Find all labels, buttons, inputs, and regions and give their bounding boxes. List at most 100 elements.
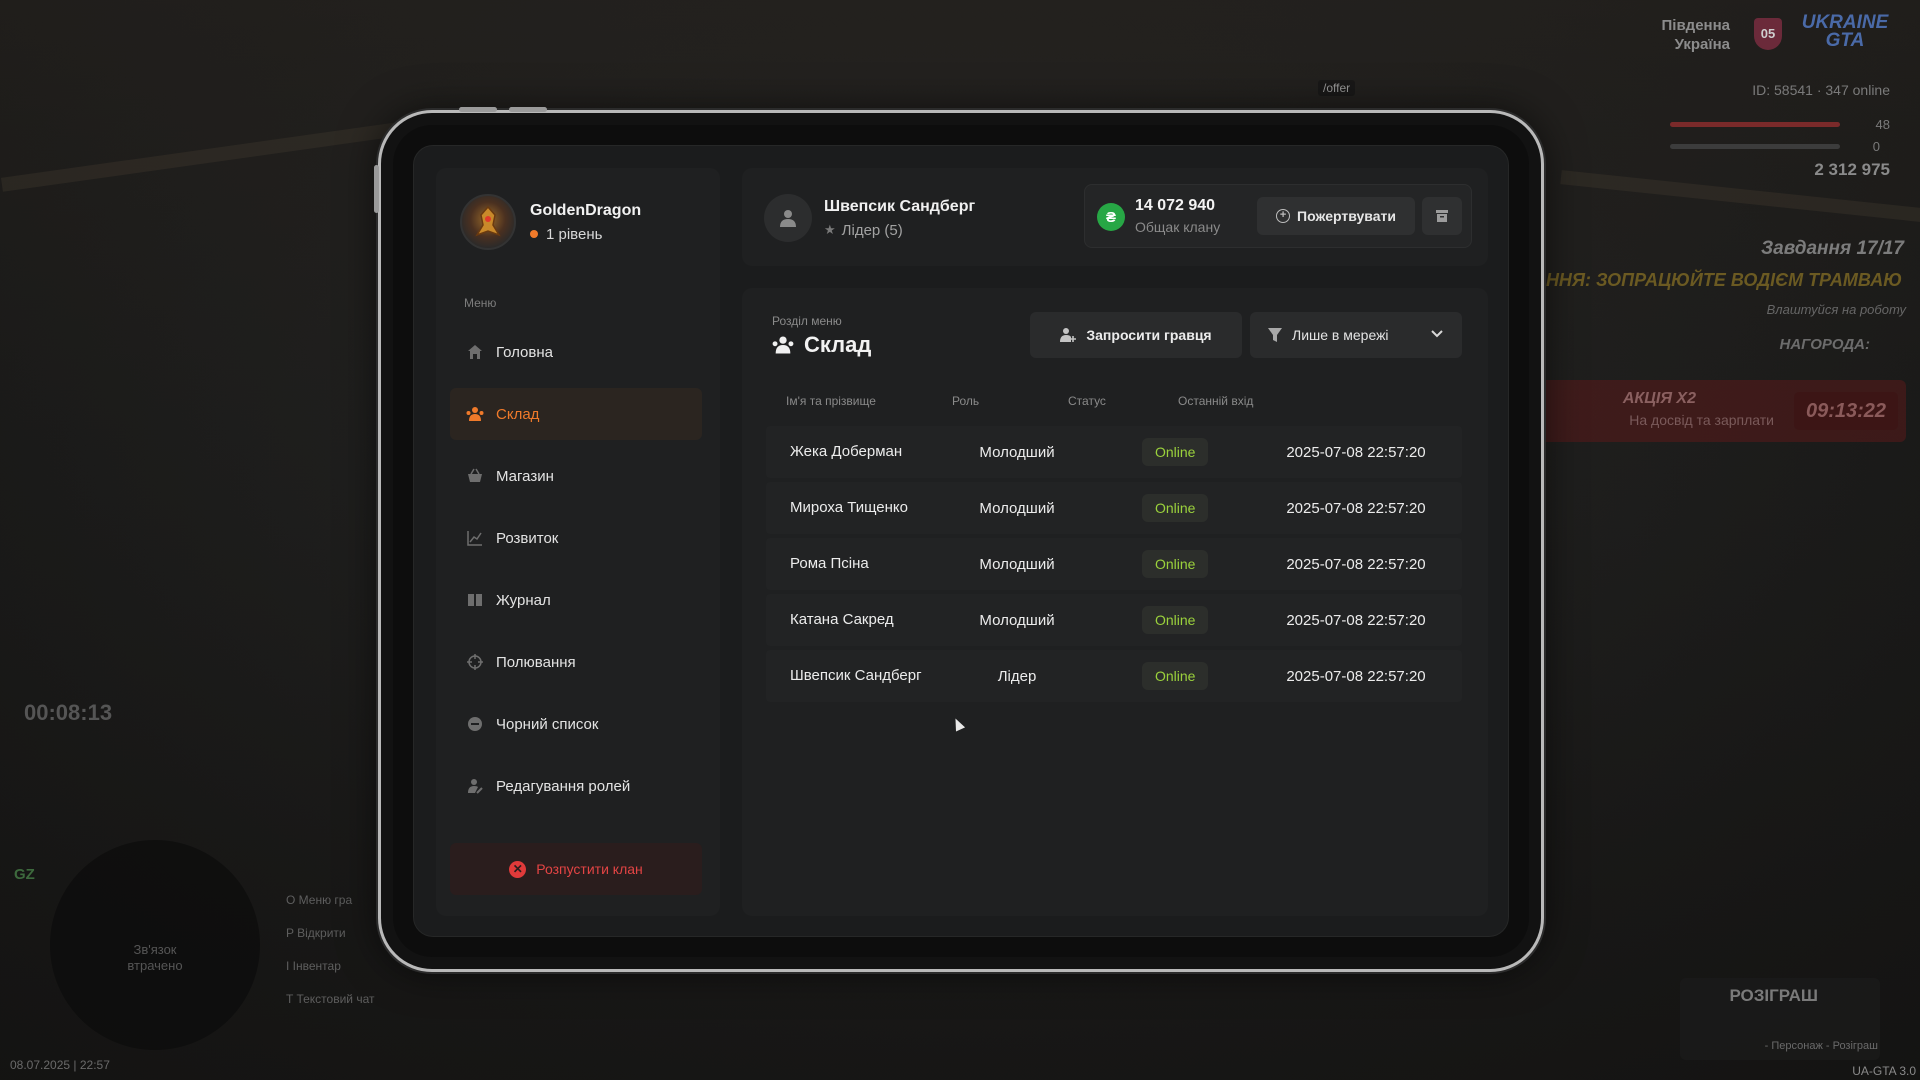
member-status: Online	[1142, 538, 1209, 590]
donate-label: Пожертвувати	[1297, 208, 1396, 224]
table-row[interactable]: Рома Псіна Молодший Online 2025-07-08 22…	[766, 538, 1462, 590]
member-role: Молодший	[979, 611, 1055, 629]
minimap-status: Зв'язок втрачено	[127, 942, 183, 973]
online-filter-select[interactable]: Лише в мережі	[1250, 312, 1462, 358]
user-name: Швепсик Сандберг	[824, 197, 976, 215]
section-caption: Розділ меню	[772, 314, 842, 328]
treasury-amount: 14 072 940	[1135, 197, 1216, 214]
hotkey-item: I Інвентар	[286, 959, 341, 973]
invite-player-button[interactable]: Запросити гравця	[1030, 312, 1242, 358]
gz-indicator: GZ	[14, 866, 35, 883]
hud-task-title: ННЯ: ЗОПРАЦЮЙТЕ ВОДІЄМ ТРАМВАЮ	[1545, 270, 1902, 290]
clan-avatar	[460, 194, 516, 250]
user-edit-icon	[466, 777, 484, 795]
home-icon	[466, 343, 484, 361]
hotkey-item: O Меню гра	[286, 893, 353, 907]
promo-title: АКЦІЯ Х2	[1622, 390, 1696, 407]
column-last-login: Останній вхід	[1178, 394, 1254, 408]
section-title-label: Склад	[804, 332, 872, 357]
table-row[interactable]: Швепсик Сандберг Лідер Online 2025-07-08…	[766, 650, 1462, 702]
prize-subtitle: - Персонаж - Розіграш	[1764, 1040, 1878, 1052]
member-status: Online	[1142, 426, 1209, 478]
table-row[interactable]: Жека Доберман Молодший Online 2025-07-08…	[766, 426, 1462, 478]
column-status: Статус	[1068, 394, 1106, 408]
member-name: Катана Сакред	[790, 611, 894, 628]
menu-caption: Меню	[464, 296, 497, 310]
hud-tasks: Завдання 17/17	[1760, 238, 1904, 259]
user-role: ★ Лідер (5)	[824, 222, 975, 239]
clan-tablet: GoldenDragon 1 рівень Меню Головна Склад…	[374, 107, 1544, 972]
user-icon	[780, 210, 796, 227]
member-status: Online	[1142, 482, 1209, 534]
invite-player-label: Запросити гравця	[1086, 327, 1212, 343]
plus-circle-icon: +	[1276, 209, 1291, 223]
sidebar-menu: Головна Склад Магазин Розвиток Журнал По…	[450, 326, 702, 822]
offer-tag: /offer	[1318, 80, 1356, 96]
sidebar-item-label: Чорний список	[496, 715, 599, 733]
member-role: Лідер	[997, 667, 1037, 685]
hotkey-item: T Текстовий чат	[286, 992, 375, 1006]
status-badge: Online	[1142, 550, 1209, 578]
member-role: Молодший	[979, 443, 1055, 461]
members-icon	[466, 405, 484, 423]
prize-title: РОЗІГРАШ	[1729, 986, 1818, 1005]
donate-button[interactable]: + Пожертвувати	[1257, 197, 1415, 235]
server-logo: UKRAINE GTA	[1801, 12, 1889, 51]
sidebar-item-label: Полювання	[496, 653, 576, 671]
members-panel: Розділ меню Склад Запросити гравця Лише …	[742, 288, 1488, 916]
hud-region: Південна Україна	[1662, 16, 1731, 54]
sidebar-item-journal[interactable]: Журнал	[450, 574, 702, 626]
member-role: Молодший	[979, 499, 1055, 517]
member-name: Мироха Тищенко	[790, 499, 908, 516]
user-plus-icon	[1060, 327, 1077, 343]
sidebar-item-label: Розвиток	[496, 529, 559, 547]
sidebar-item-home[interactable]: Головна	[450, 326, 702, 378]
clan-treasury: ₴ 14 072 940 Общак клану + Пожертвувати	[1084, 184, 1472, 248]
user-avatar	[764, 194, 812, 242]
block-icon	[466, 715, 484, 733]
sidebar-item-members[interactable]: Склад	[450, 388, 702, 440]
member-last-login: 2025-07-08 22:57:20	[1286, 667, 1426, 685]
status-badge: Online	[1142, 438, 1209, 466]
hud-id-online: ID: 58541 · 347 online	[1752, 82, 1890, 98]
clan-level: 1 рівень	[530, 226, 641, 243]
status-badge: Online	[1142, 606, 1209, 634]
sidebar-item-label: Редагування ролей	[496, 777, 631, 795]
archive-button[interactable]	[1422, 197, 1462, 235]
sidebar-item-label: Головна	[496, 343, 553, 361]
hud-datetime: 08.07.2025 | 22:57	[10, 1058, 110, 1072]
table-row[interactable]: Мироха Тищенко Молодший Online 2025-07-0…	[766, 482, 1462, 534]
hryvnia-coin-icon: ₴	[1097, 203, 1125, 231]
user-role-label: Лідер (5)	[841, 221, 903, 239]
member-status: Online	[1142, 650, 1209, 702]
disband-clan-button[interactable]: ✕ Розпустити клан	[450, 843, 702, 895]
dragon-icon	[475, 205, 501, 237]
promo-subtitle: На досвід та зарплати	[1629, 412, 1774, 428]
member-name: Швепсик Сандберг	[790, 667, 922, 684]
hud-reward: НАГОРОДА:	[1779, 336, 1870, 353]
sidebar-item-roles[interactable]: Редагування ролей	[450, 760, 702, 812]
member-last-login: 2025-07-08 22:57:20	[1286, 555, 1426, 573]
members-table: Жека Доберман Молодший Online 2025-07-08…	[766, 426, 1462, 706]
disband-clan-label: Розпустити клан	[536, 861, 643, 877]
chevron-down-icon	[1430, 326, 1444, 340]
region-line: Україна	[1674, 36, 1730, 53]
filter-label: Лише в мережі	[1292, 327, 1389, 343]
hotkey-item: P Відкрити	[286, 926, 346, 940]
book-icon	[466, 591, 484, 609]
health-value: 48	[1875, 117, 1890, 132]
sidebar-item-blacklist[interactable]: Чорний список	[450, 698, 702, 750]
members-icon	[772, 335, 794, 355]
sidebar-item-hunting[interactable]: Полювання	[450, 636, 702, 688]
table-header: Ім'я та прізвище Роль Статус Останній вх…	[766, 394, 1462, 414]
basket-icon	[466, 467, 484, 485]
sidebar-item-shop[interactable]: Магазин	[450, 450, 702, 502]
sidebar-item-label: Склад	[496, 405, 540, 423]
sidebar-item-development[interactable]: Розвиток	[450, 512, 702, 564]
member-name: Рома Псіна	[790, 555, 869, 572]
hud-task-sub: Влаштуйся на роботу	[1766, 302, 1906, 317]
member-status: Online	[1142, 594, 1209, 646]
member-role: Молодший	[979, 555, 1055, 573]
table-row[interactable]: Катана Сакред Молодший Online 2025-07-08…	[766, 594, 1462, 646]
sidebar-item-label: Журнал	[496, 591, 551, 609]
